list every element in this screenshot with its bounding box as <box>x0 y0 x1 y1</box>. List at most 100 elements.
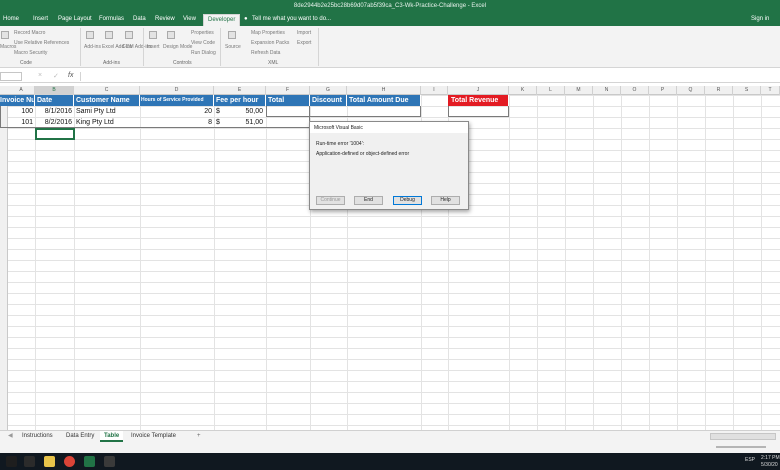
debug-button[interactable]: Debug <box>393 196 422 205</box>
header-hours-of-service[interactable]: Hours of Service Provided <box>140 95 214 106</box>
source-icon <box>228 31 236 39</box>
end-button[interactable]: End <box>354 196 383 205</box>
continue-button[interactable]: Continue <box>316 196 345 205</box>
expansion-packs-button[interactable]: Expansion Packs <box>251 40 289 46</box>
help-button[interactable]: Help <box>431 196 460 205</box>
tab-developer[interactable]: Developer <box>203 14 241 26</box>
column-header-b[interactable]: B <box>35 86 74 95</box>
column-header-g[interactable]: G <box>310 86 347 95</box>
header-total[interactable]: Total <box>266 95 310 106</box>
relative-references-button[interactable]: Use Relative References <box>14 40 69 46</box>
gridline <box>140 95 141 430</box>
zoom-slider[interactable] <box>716 446 766 448</box>
view-code-button[interactable]: View Code <box>191 40 215 46</box>
chrome-icon[interactable] <box>64 456 75 467</box>
ribbon-separator <box>143 28 144 66</box>
addins-button[interactable]: Add-ins <box>84 44 101 50</box>
active-cell-selection[interactable] <box>35 128 75 140</box>
column-header-t[interactable]: T <box>761 86 780 95</box>
tell-me-search[interactable]: Tell me what you want to do... <box>252 16 331 22</box>
add-sheet-button[interactable]: + <box>193 431 205 442</box>
sheet-tab-instructions[interactable]: Instructions <box>18 431 57 442</box>
column-header-c[interactable]: C <box>74 86 140 95</box>
column-header-a[interactable]: A <box>8 86 35 95</box>
sheet-tab-invoice-template[interactable]: Invoice Template <box>127 431 180 442</box>
export-button[interactable]: Export <box>297 40 311 46</box>
enter-icon[interactable]: ✓ <box>53 72 59 80</box>
column-header-o[interactable]: O <box>621 86 649 95</box>
revenue-cell-border <box>448 106 509 117</box>
horizontal-scrollbar[interactable] <box>710 433 776 440</box>
import-button[interactable]: Import <box>297 30 311 36</box>
insert-control-button[interactable]: Insert <box>147 44 160 50</box>
source-button[interactable]: Source <box>225 44 241 50</box>
column-header-r[interactable]: R <box>705 86 733 95</box>
search-icon[interactable] <box>24 456 35 467</box>
column-header-p[interactable]: P <box>649 86 677 95</box>
tab-page-layout[interactable]: Page Layout <box>58 16 92 22</box>
taskbar-time[interactable]: 2:17 PM <box>761 455 780 461</box>
tab-home[interactable]: Home <box>3 16 19 22</box>
macro-security-button[interactable]: Macro Security <box>14 50 47 56</box>
gridline <box>565 95 566 430</box>
dialog-error-message: Application-defined or object-defined er… <box>316 151 410 157</box>
group-code-label: Code <box>20 60 32 66</box>
row-headers[interactable] <box>0 95 8 430</box>
header-fee-per-hour[interactable]: Fee per hour <box>214 95 266 106</box>
sign-in-link[interactable]: Sign in <box>751 16 769 22</box>
header-total-amount-due[interactable]: Total Amount Due <box>347 95 421 106</box>
table-border <box>266 106 421 117</box>
taskbar-date[interactable]: 5/30/20 <box>761 462 778 468</box>
formula-input[interactable] <box>80 72 778 81</box>
header-customer-name[interactable]: Customer Name <box>74 95 140 106</box>
tab-data[interactable]: Data <box>133 16 146 22</box>
tab-formulas[interactable]: Formulas <box>99 16 124 22</box>
column-header-i[interactable]: I <box>421 86 448 95</box>
ribbon-separator <box>220 28 221 66</box>
column-header-e[interactable]: E <box>214 86 266 95</box>
column-header-l[interactable]: L <box>537 86 565 95</box>
dialog-error-code: Run-time error '1004': <box>316 141 365 147</box>
group-xml-label: XML <box>268 60 279 66</box>
excel-window: 8de2944b2e25bc28b69d07ab5f39ca_C3-Wk-Pra… <box>0 0 780 470</box>
design-mode-button[interactable]: Design Mode <box>163 44 192 50</box>
file-explorer-icon[interactable] <box>44 456 55 467</box>
gridline <box>74 95 75 430</box>
header-invoice-number[interactable]: Invoice Number <box>0 95 35 106</box>
vba-error-dialog: Microsoft Visual Basic Run-time error '1… <box>309 121 469 210</box>
scroll-left-icon[interactable]: ◀ <box>4 431 17 442</box>
tab-insert[interactable]: Insert <box>33 16 48 22</box>
excel-addins-icon <box>105 31 113 39</box>
column-header-d[interactable]: D <box>140 86 214 95</box>
keyboard-language[interactable]: ESP <box>745 457 755 463</box>
record-macro-button[interactable]: Record Macro <box>14 30 45 36</box>
tab-view[interactable]: View <box>183 16 196 22</box>
cancel-icon[interactable]: × <box>38 72 42 79</box>
app-taskbar-icon[interactable] <box>104 456 115 467</box>
column-header-k[interactable]: K <box>509 86 537 95</box>
map-properties-button[interactable]: Map Properties <box>251 30 285 36</box>
column-header-f[interactable]: F <box>266 86 310 95</box>
sheet-tab-data-entry[interactable]: Data Entry <box>62 431 98 442</box>
function-icon[interactable]: fx <box>68 72 73 79</box>
excel-taskbar-icon[interactable] <box>84 456 95 467</box>
column-header-j[interactable]: J <box>448 86 509 95</box>
macros-icon[interactable] <box>1 31 9 39</box>
name-box[interactable] <box>0 72 22 81</box>
column-header-h[interactable]: H <box>347 86 421 95</box>
properties-button[interactable]: Properties <box>191 30 214 36</box>
header-date[interactable]: Date <box>35 95 74 106</box>
header-discount[interactable]: Discount <box>310 95 347 106</box>
header-total-revenue[interactable]: Total Revenue <box>448 95 509 106</box>
run-dialog-button[interactable]: Run Dialog <box>191 50 216 56</box>
windows-start-icon[interactable] <box>6 456 17 467</box>
gridline <box>733 95 734 430</box>
refresh-data-button[interactable]: Refresh Data <box>251 50 280 56</box>
sheet-tab-table[interactable]: Table <box>100 431 124 442</box>
column-header-q[interactable]: Q <box>677 86 705 95</box>
column-header-m[interactable]: M <box>565 86 593 95</box>
column-header-s[interactable]: S <box>733 86 761 95</box>
column-header-n[interactable]: N <box>593 86 621 95</box>
insert-control-icon <box>149 31 157 39</box>
tab-review[interactable]: Review <box>155 16 175 22</box>
